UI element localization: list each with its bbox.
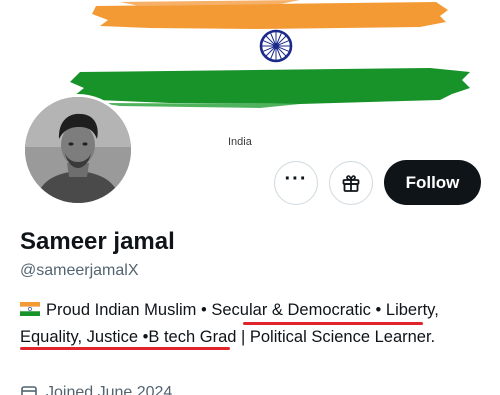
follow-button[interactable]: Follow bbox=[384, 160, 481, 205]
user-handle: @sameerjamalX bbox=[20, 262, 139, 279]
more-dots-icon: ··· bbox=[284, 168, 308, 190]
display-name: Sameer jamal bbox=[20, 228, 175, 255]
india-flag-emoji bbox=[20, 302, 40, 316]
red-underline-annotation bbox=[243, 322, 423, 325]
gift-icon bbox=[342, 175, 360, 192]
joined-date: Joined June 2024 bbox=[20, 384, 172, 395]
avatar-photo bbox=[25, 97, 131, 203]
joined-date-text: Joined June 2024 bbox=[46, 384, 173, 395]
more-options-button[interactable]: ··· bbox=[274, 161, 318, 205]
avatar[interactable] bbox=[22, 94, 134, 206]
green-stroke bbox=[70, 68, 470, 104]
calendar-icon bbox=[21, 386, 37, 395]
saffron-stroke bbox=[92, 2, 448, 29]
bio-text-4: B tech Grad | Political Science Learner. bbox=[148, 328, 436, 346]
bio-separator: • bbox=[201, 301, 207, 319]
ashoka-chakra-icon bbox=[259, 29, 293, 63]
red-underline-annotation bbox=[20, 347, 230, 350]
bio-text-1: Proud Indian Muslim bbox=[46, 301, 197, 319]
bio-separator: • bbox=[375, 301, 382, 319]
gift-button[interactable] bbox=[329, 161, 373, 205]
banner-caption: India bbox=[228, 136, 252, 148]
bio-text-2: Secular & Democratic bbox=[211, 301, 371, 319]
